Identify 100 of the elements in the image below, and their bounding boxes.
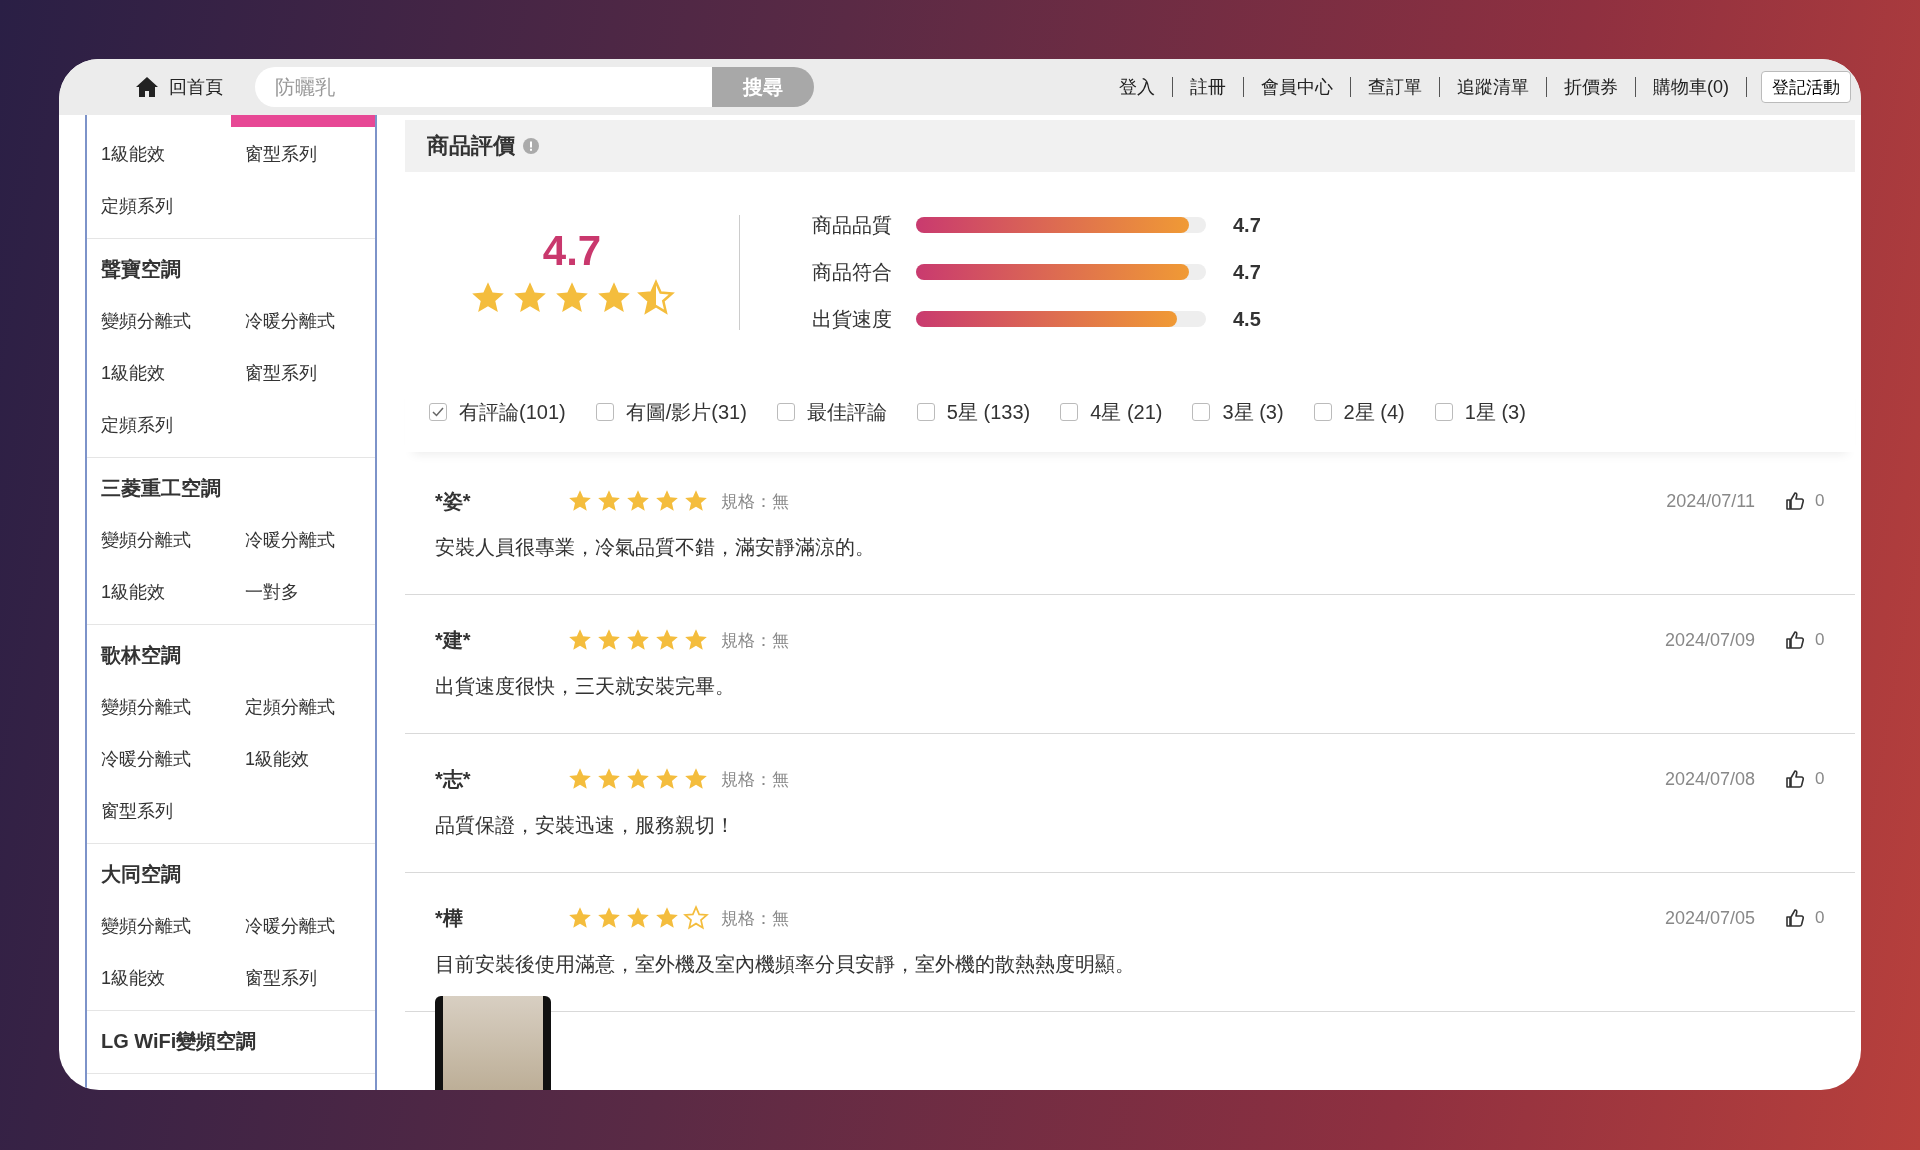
filter-label: 4星 (21) bbox=[1090, 399, 1163, 425]
filter-option[interactable]: 4星 (21) bbox=[1060, 398, 1163, 426]
star-icon bbox=[637, 279, 675, 317]
category-link[interactable]: 定頻系列 bbox=[101, 399, 245, 451]
checkbox[interactable] bbox=[1313, 403, 1332, 421]
thumbs-up-icon[interactable] bbox=[1785, 630, 1805, 650]
review-text: 品質保證，安裝迅速，服務親切！ bbox=[435, 813, 736, 838]
star-icon bbox=[567, 905, 593, 931]
category-link[interactable]: 冷暖分離式 bbox=[245, 900, 375, 952]
photo-placeholder[interactable] bbox=[435, 996, 551, 1090]
spec-label: 規格：無 bbox=[721, 907, 789, 930]
nav-link[interactable]: 註冊 bbox=[1173, 77, 1244, 97]
star-icon bbox=[596, 488, 622, 514]
metric-label: 商品品質 bbox=[812, 212, 893, 238]
category-link[interactable]: 冷暖分離式 bbox=[101, 733, 245, 785]
category-link[interactable]: 窗型系列 bbox=[101, 785, 245, 837]
review-text: 目前安裝後使用滿意，室外機及室內機頻率分貝安靜，室外機的散熱熱度明顯。 bbox=[435, 952, 1136, 977]
home-link[interactable]: 回首頁 bbox=[135, 75, 223, 99]
metric-label: 出貨速度 bbox=[812, 306, 893, 332]
category-link[interactable]: 定頻系列 bbox=[101, 180, 245, 232]
star-icon bbox=[567, 627, 593, 653]
filter-option[interactable]: 3星 (3) bbox=[1192, 398, 1284, 426]
category-link[interactable]: 1級能效 bbox=[245, 733, 375, 785]
star-icon bbox=[654, 905, 680, 931]
category-link[interactable]: 冷暖分離式 bbox=[245, 295, 375, 347]
thumbs-up-icon[interactable] bbox=[1785, 769, 1805, 789]
checkbox[interactable] bbox=[1192, 403, 1211, 421]
category-link[interactable]: 窗型系列 bbox=[245, 128, 375, 180]
category-heading[interactable]: 三菱重工空調 bbox=[101, 462, 375, 514]
star-icon bbox=[683, 488, 709, 514]
metric-value: 4.7 bbox=[1233, 213, 1261, 237]
category-link[interactable]: 變頻分離式 bbox=[101, 514, 245, 566]
reviewer-name: *樺 bbox=[435, 905, 464, 931]
star-icon bbox=[567, 488, 593, 514]
category-heading[interactable]: LG WiFi變頻空調 bbox=[101, 1015, 375, 1067]
filter-label: 2星 (4) bbox=[1343, 399, 1405, 425]
review-date: 2024/07/11 bbox=[1666, 490, 1755, 512]
reviewer-name: *姿* bbox=[435, 488, 472, 514]
category-link[interactable]: 1級能效 bbox=[101, 128, 245, 180]
filter-option[interactable]: 最佳評論 bbox=[776, 398, 887, 426]
review-date: 2024/07/08 bbox=[1664, 768, 1755, 790]
filter-option[interactable]: 有評論(101) bbox=[429, 398, 566, 426]
category-link[interactable]: 1級能效 bbox=[101, 347, 245, 399]
star-icon bbox=[567, 766, 593, 792]
category-link[interactable]: 1級能效 bbox=[101, 566, 245, 618]
reviewer-name: *建* bbox=[435, 627, 472, 653]
filter-label: 3星 (3) bbox=[1222, 399, 1284, 425]
spec-label: 規格：無 bbox=[721, 490, 789, 513]
metric-label: 商品符合 bbox=[812, 259, 893, 285]
category-link[interactable]: 1級能效 bbox=[101, 952, 245, 1004]
average-score: 4.7 bbox=[542, 227, 602, 275]
category-heading[interactable]: 聲寶空調 bbox=[101, 243, 375, 295]
checkbox[interactable] bbox=[1060, 403, 1079, 421]
category-link[interactable]: 變頻分離式 bbox=[101, 295, 245, 347]
house-icon bbox=[135, 76, 159, 98]
category-heading[interactable]: 歌林空調 bbox=[101, 629, 375, 681]
category-link[interactable]: 變頻分離式 bbox=[101, 900, 245, 952]
star-icon bbox=[625, 488, 651, 514]
nav-link[interactable]: 查訂單 bbox=[1351, 77, 1440, 97]
info-icon[interactable] bbox=[523, 138, 539, 154]
home-label: 回首頁 bbox=[169, 76, 223, 99]
filter-option[interactable]: 2星 (4) bbox=[1313, 398, 1405, 426]
like-count: 0 bbox=[1815, 491, 1825, 511]
checkbox[interactable] bbox=[595, 403, 614, 421]
check-icon bbox=[432, 407, 444, 417]
star-icon bbox=[625, 766, 651, 792]
checkbox[interactable] bbox=[429, 403, 447, 421]
star-icon bbox=[683, 627, 709, 653]
filter-option[interactable]: 有圖/影片(31) bbox=[595, 398, 747, 426]
review-date: 2024/07/09 bbox=[1664, 629, 1755, 651]
category-link[interactable]: 窗型系列 bbox=[245, 952, 375, 1004]
checkbox[interactable] bbox=[1434, 403, 1453, 421]
nav-link[interactable]: 登入 bbox=[1102, 77, 1173, 97]
review-text: 出貨速度很快，三天就安裝完畢。 bbox=[435, 674, 736, 699]
section-title: 商品評價 bbox=[427, 132, 515, 160]
star-icon bbox=[654, 766, 680, 792]
star-icon bbox=[625, 627, 651, 653]
category-link[interactable]: 窗型系列 bbox=[245, 347, 375, 399]
nav-link[interactable]: 購物車(0) bbox=[1636, 77, 1747, 97]
category-link[interactable]: 定頻分離式 bbox=[245, 681, 375, 733]
event-button[interactable]: 登記活動 bbox=[1761, 71, 1851, 103]
nav-link[interactable]: 折價券 bbox=[1547, 77, 1636, 97]
checkbox[interactable] bbox=[776, 403, 795, 421]
nav-link[interactable]: 會員中心 bbox=[1244, 77, 1351, 97]
metric-value: 4.5 bbox=[1233, 307, 1261, 331]
filter-option[interactable]: 1星 (3) bbox=[1434, 398, 1526, 426]
star-icon bbox=[596, 766, 622, 792]
category-link[interactable]: 變頻分離式 bbox=[101, 681, 245, 733]
nav-link[interactable]: 追蹤清單 bbox=[1440, 77, 1547, 97]
category-link[interactable]: 一對多 bbox=[245, 566, 375, 618]
thumbs-up-icon[interactable] bbox=[1785, 491, 1805, 511]
like-count: 0 bbox=[1815, 769, 1825, 789]
filter-option[interactable]: 5星 (133) bbox=[916, 398, 1031, 426]
thumbs-up-icon[interactable] bbox=[1785, 908, 1805, 928]
star-icon bbox=[654, 627, 680, 653]
checkbox[interactable] bbox=[916, 403, 935, 421]
category-heading[interactable]: 大同空調 bbox=[101, 848, 375, 900]
filter-label: 有圖/影片(31) bbox=[625, 399, 747, 425]
category-link[interactable]: 冷暖分離式 bbox=[245, 514, 375, 566]
search-field[interactable]: 防曬乳 bbox=[255, 67, 712, 107]
